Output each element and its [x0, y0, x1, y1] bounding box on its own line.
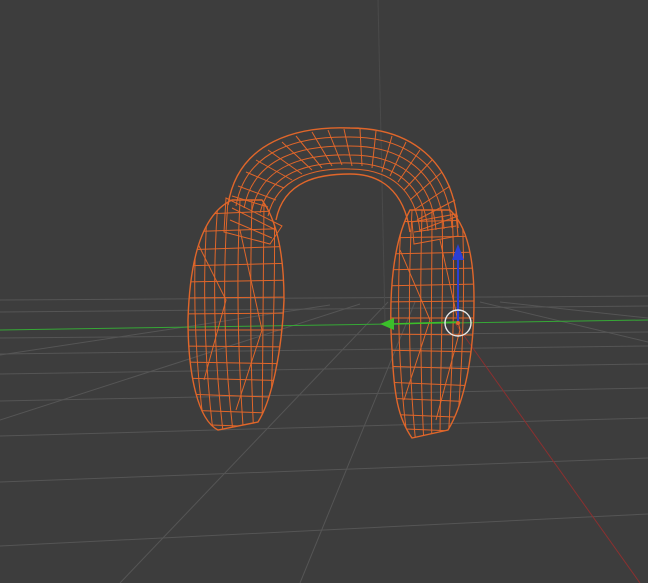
- x-axis-line: [454, 322, 641, 583]
- gizmo-y-handle[interactable]: [380, 318, 394, 330]
- transform-gizmo[interactable]: [380, 244, 472, 337]
- floor-grid: [0, 295, 648, 583]
- headphones-mesh[interactable]: [180, 127, 480, 445]
- z-axis-line: [377, 0, 386, 323]
- y-axis-line: [0, 319, 648, 331]
- 3d-viewport[interactable]: [0, 0, 648, 583]
- object-origin-dot: [456, 321, 460, 325]
- gizmo-y-axis: [391, 321, 459, 325]
- viewport-canvas[interactable]: [0, 0, 648, 583]
- right-ear-cup-wireframe: [390, 209, 475, 439]
